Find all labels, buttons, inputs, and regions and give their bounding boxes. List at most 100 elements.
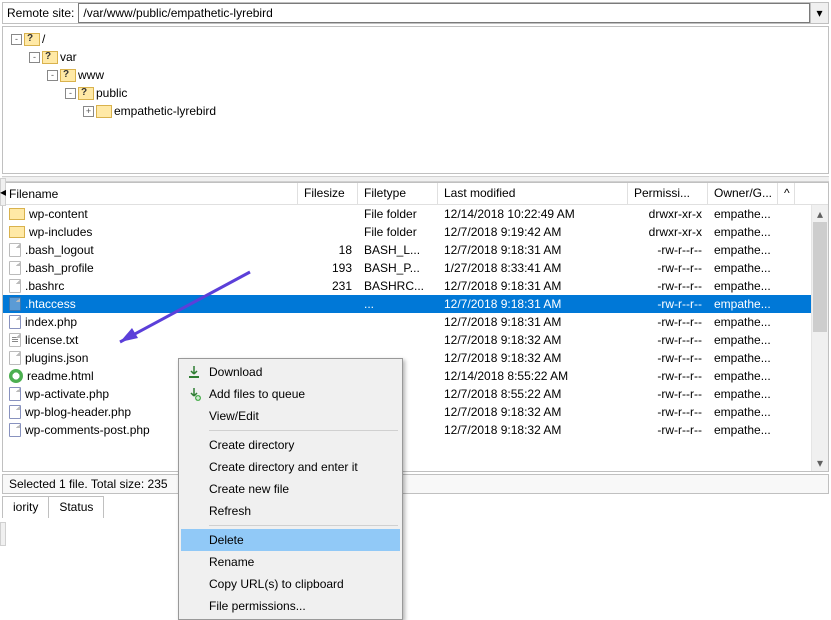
tab-priority[interactable]: iority (2, 496, 48, 518)
col-filename[interactable]: Filename (3, 183, 298, 204)
tree-expander[interactable]: - (47, 70, 58, 81)
filename-text: wp-blog-header.php (25, 405, 131, 419)
scroll-up-button[interactable]: ▴ (812, 205, 828, 222)
col-filetype[interactable]: Filetype (358, 183, 438, 204)
file-row[interactable]: readme.html12/14/2018 8:55:22 AM-rw-r--r… (3, 367, 811, 385)
tree-node[interactable]: - www (9, 66, 822, 84)
tree-expander[interactable]: - (11, 34, 22, 45)
tree-node[interactable]: +empathetic-lyrebird (9, 102, 822, 120)
col-permissions[interactable]: Permissi... (628, 183, 708, 204)
cell-owner: empathe... (708, 369, 778, 383)
left-splitter-handle-2[interactable] (0, 522, 6, 546)
file-icon (9, 261, 21, 275)
menu-createdirenter-label: Create directory and enter it (209, 460, 358, 474)
filename-text: plugins.json (25, 351, 88, 365)
tree-node[interactable]: -var (9, 48, 822, 66)
add-queue-icon (186, 386, 202, 402)
file-row[interactable]: wp-comments-post.php12/7/2018 9:18:32 AM… (3, 421, 811, 439)
menu-create-directory[interactable]: Create directory (181, 434, 400, 456)
menu-create-file[interactable]: Create new file (181, 478, 400, 500)
file-row[interactable]: license.txt12/7/2018 9:18:32 AM-rw-r--r-… (3, 331, 811, 349)
cell-mod: 12/14/2018 8:55:22 AM (438, 369, 628, 383)
cell-owner: empathe... (708, 387, 778, 401)
file-row[interactable]: .bash_logout18BASH_L...12/7/2018 9:18:31… (3, 241, 811, 259)
col-scroll-spacer[interactable]: ^ (778, 183, 795, 204)
remote-tree-pane[interactable]: -/-var-www-public+empathetic-lyrebird (2, 26, 829, 174)
menu-view-edit[interactable]: View/Edit (181, 405, 400, 427)
folder-icon (9, 226, 25, 238)
menu-create-directory-enter[interactable]: Create directory and enter it (181, 456, 400, 478)
filename-text: .bashrc (25, 279, 64, 293)
col-owner[interactable]: Owner/G... (708, 183, 778, 204)
blue-icon (9, 297, 21, 311)
tree-label: www (78, 68, 104, 82)
file-row[interactable]: wp-includesFile folder12/7/2018 9:19:42 … (3, 223, 811, 241)
cell-perm: -rw-r--r-- (628, 405, 708, 419)
menu-file-permissions[interactable]: File permissions... (181, 595, 400, 617)
tree-expander[interactable]: + (83, 106, 94, 117)
file-row[interactable]: .htaccess...12/7/2018 9:18:31 AM-rw-r--r… (3, 295, 811, 313)
file-row[interactable]: wp-activate.php12/7/2018 8:55:22 AM-rw-r… (3, 385, 811, 403)
menu-createdir-label: Create directory (209, 438, 294, 452)
php-icon (9, 405, 21, 419)
cell-mod: 12/7/2018 9:19:42 AM (438, 225, 628, 239)
cell-mod: 12/7/2018 9:18:32 AM (438, 405, 628, 419)
menu-delete[interactable]: Delete (181, 529, 400, 551)
menu-download-label: Download (209, 365, 262, 379)
cell-owner: empathe... (708, 207, 778, 221)
menu-separator (209, 525, 398, 526)
cell-mod: 12/7/2018 9:18:32 AM (438, 333, 628, 347)
cell-type: ... (358, 297, 438, 311)
menu-download[interactable]: Download (181, 361, 400, 383)
remote-path-dropdown[interactable]: ▾ (810, 3, 828, 23)
txt-icon (9, 333, 21, 347)
remote-path-input[interactable]: /var/www/public/empathetic-lyrebird (78, 3, 810, 23)
tree-node[interactable]: -/ (9, 30, 822, 48)
folder-icon (24, 33, 40, 46)
menu-add-to-queue[interactable]: Add files to queue (181, 383, 400, 405)
tree-expander[interactable]: - (65, 88, 76, 99)
col-filesize[interactable]: Filesize (298, 183, 358, 204)
left-splitter-handle[interactable]: ◂ (0, 178, 6, 206)
filename-text: wp-activate.php (25, 387, 109, 401)
cell-size: 193 (298, 261, 358, 275)
file-row[interactable]: index.php12/7/2018 9:18:31 AM-rw-r--r--e… (3, 313, 811, 331)
tree-expander[interactable]: - (29, 52, 40, 63)
file-rows-container[interactable]: wp-contentFile folder12/14/2018 10:22:49… (3, 205, 811, 471)
vertical-scrollbar[interactable]: ▴ ▾ (811, 205, 828, 471)
file-icon (9, 243, 21, 257)
file-row[interactable]: .bash_profile193BASH_P...1/27/2018 8:33:… (3, 259, 811, 277)
scroll-track[interactable] (812, 222, 828, 454)
col-modified[interactable]: Last modified (438, 183, 628, 204)
file-row[interactable]: wp-blog-header.php 12/7/2018 9:18:32 AM-r… (3, 403, 811, 421)
folder-icon (42, 51, 58, 64)
file-icon (9, 279, 21, 293)
folder-icon (60, 69, 76, 82)
cell-owner: empathe... (708, 333, 778, 347)
menu-copy-url[interactable]: Copy URL(s) to clipboard (181, 573, 400, 595)
queue-tabs: iority Status (2, 496, 829, 518)
menu-rename[interactable]: Rename (181, 551, 400, 573)
tree-node[interactable]: -public (9, 84, 822, 102)
horizontal-splitter[interactable] (2, 176, 829, 182)
filename-text: .htaccess (25, 297, 76, 311)
cell-type: BASHRC... (358, 279, 438, 293)
file-list-header[interactable]: Filename Filesize Filetype Last modified… (3, 183, 828, 205)
menu-copyurl-label: Copy URL(s) to clipboard (209, 577, 344, 591)
cell-owner: empathe... (708, 351, 778, 365)
cell-size: 18 (298, 243, 358, 257)
file-row[interactable]: wp-contentFile folder12/14/2018 10:22:49… (3, 205, 811, 223)
scroll-down-button[interactable]: ▾ (812, 454, 828, 471)
filename-text: readme.html (27, 369, 94, 383)
tab-status[interactable]: Status (48, 496, 104, 518)
scroll-thumb[interactable] (813, 222, 827, 332)
status-text: Selected 1 file. Total size: 235 (9, 477, 168, 491)
menu-refresh[interactable]: Refresh (181, 500, 400, 522)
filename-text: wp-comments-post.php (25, 423, 150, 437)
cell-owner: empathe... (708, 405, 778, 419)
file-row[interactable]: plugins.json12/7/2018 9:18:32 AM-rw-r--r… (3, 349, 811, 367)
file-row[interactable]: .bashrc231BASHRC...12/7/2018 9:18:31 AM-… (3, 277, 811, 295)
cell-mod: 12/7/2018 9:18:31 AM (438, 315, 628, 329)
cell-owner: empathe... (708, 279, 778, 293)
folder-icon (96, 105, 112, 118)
